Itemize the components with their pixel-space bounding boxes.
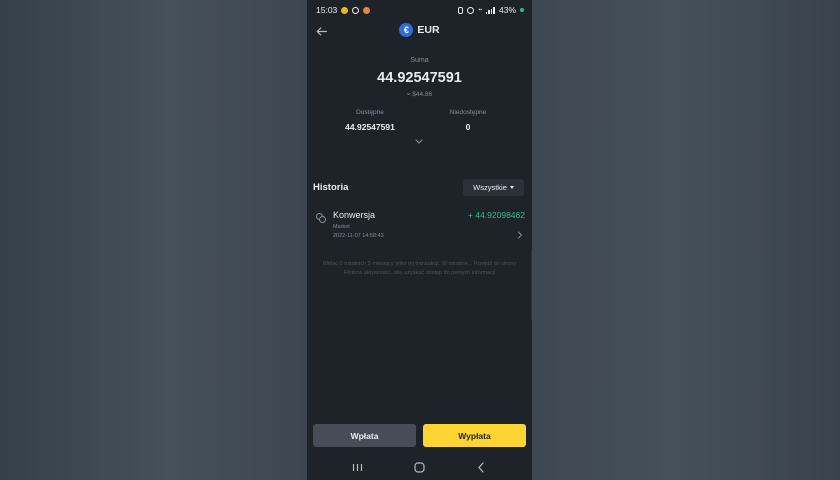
network-speed-icon: ▪▪ bbox=[478, 6, 482, 13]
available-column: Dostępne 44.92547591 bbox=[320, 109, 420, 132]
phone-screen: 15:03 ▪▪ 43% € EUR Suma 44.92547591 ≈ $4… bbox=[307, 0, 532, 480]
status-right: ▪▪ 43% bbox=[458, 5, 524, 15]
title-group: € EUR bbox=[307, 23, 532, 37]
history-title: Historia bbox=[313, 182, 349, 193]
total-approx-value: ≈ $44.86 bbox=[406, 91, 433, 98]
status-bar: 15:03 ▪▪ 43% bbox=[307, 0, 532, 20]
available-value: 44.92547591 bbox=[345, 122, 395, 132]
scroll-indicator bbox=[531, 250, 532, 320]
notification-icon bbox=[341, 6, 349, 14]
home-button[interactable] bbox=[409, 458, 429, 478]
chevron-right-icon bbox=[518, 231, 523, 239]
transaction-amount: + 44.92098462 bbox=[468, 210, 525, 220]
recents-button[interactable] bbox=[348, 458, 368, 478]
alarm-icon bbox=[458, 6, 464, 14]
history-notice: Widać 2 ostatnich 3 miesiący tylko tej t… bbox=[322, 261, 517, 276]
page-title: EUR bbox=[417, 24, 440, 36]
status-left: 15:03 bbox=[316, 5, 371, 15]
system-nav-bar bbox=[307, 455, 532, 480]
chevron-down-icon bbox=[415, 138, 423, 144]
status-time: 15:03 bbox=[316, 5, 338, 15]
transaction-subtype: Market bbox=[333, 224, 350, 230]
transaction-type: Konwersja bbox=[333, 210, 376, 220]
unavailable-label: Niedostępne bbox=[449, 109, 487, 116]
unavailable-column: Niedostępne 0 bbox=[418, 109, 518, 132]
battery-percent: 43% bbox=[498, 5, 516, 15]
unavailable-value: 0 bbox=[465, 122, 471, 132]
transaction-row[interactable]: Konwersja + 44.92098462 Market 2022-11-0… bbox=[307, 205, 532, 245]
history-filter-dropdown[interactable]: Wszystkie bbox=[463, 179, 524, 196]
system-back-button[interactable] bbox=[471, 458, 491, 478]
deposit-button[interactable]: Wpłata bbox=[313, 424, 416, 447]
home-icon bbox=[414, 462, 425, 473]
caret-down-icon bbox=[509, 186, 514, 189]
euro-coin-icon: € bbox=[399, 23, 414, 37]
battery-icon bbox=[520, 8, 524, 12]
filter-label: Wszystkie bbox=[473, 183, 507, 192]
convert-icon bbox=[316, 213, 326, 223]
total-label: Suma bbox=[410, 57, 429, 64]
expand-details-button[interactable] bbox=[411, 135, 427, 147]
back-icon bbox=[478, 462, 484, 473]
withdraw-button[interactable]: Wypłata bbox=[423, 424, 526, 447]
screen-icon bbox=[352, 6, 360, 14]
transaction-date: 2022-11-07 14:58:43 bbox=[333, 233, 384, 239]
total-value: 44.92547591 bbox=[377, 70, 462, 86]
signal-icon bbox=[485, 6, 495, 14]
available-label: Dostępne bbox=[356, 109, 384, 116]
header: € EUR bbox=[307, 20, 532, 42]
app-notification-icon bbox=[363, 6, 371, 14]
background-blur-right bbox=[532, 0, 840, 480]
wifi-call-icon bbox=[467, 6, 475, 14]
background-blur-left bbox=[0, 0, 307, 480]
recents-icon bbox=[353, 464, 363, 471]
